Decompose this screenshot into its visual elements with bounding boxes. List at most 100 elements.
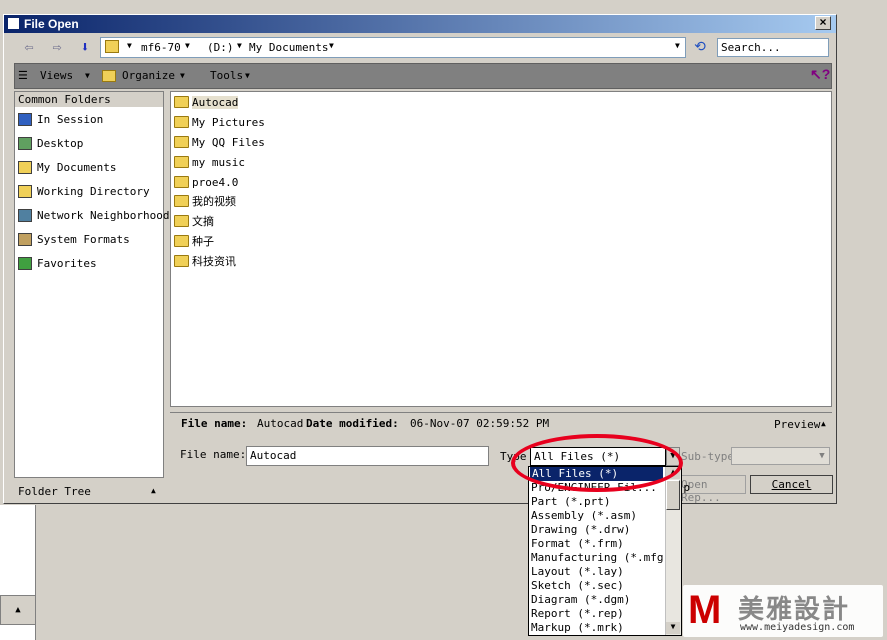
file-list-pane xyxy=(170,91,832,407)
dropdown-item[interactable]: Format (*.frm) xyxy=(531,537,624,551)
views-icon[interactable]: ☰ xyxy=(18,69,28,82)
scroll-thumb[interactable] xyxy=(666,480,680,510)
file-name: Autocad xyxy=(192,95,239,109)
folder-icon xyxy=(174,176,189,188)
chevron-down-icon[interactable]: ▼ xyxy=(329,41,334,50)
file-name: My Pictures xyxy=(192,115,265,129)
status-name-value: Autocad xyxy=(257,417,304,430)
watermark-url: www.meiyadesign.com xyxy=(740,622,855,633)
dropdown-item[interactable]: Part (*.prt) xyxy=(531,495,610,509)
chevron-up-icon: ▲ xyxy=(821,419,826,428)
chevron-up-icon: ▲ xyxy=(151,486,156,495)
sidebar-item-my-documents[interactable]: My Documents xyxy=(18,159,116,175)
organize-menu[interactable]: Organize xyxy=(122,69,175,82)
chevron-down-icon[interactable]: ▼ xyxy=(185,41,190,50)
file-name: proe4.0 xyxy=(192,175,239,189)
status-name-label: File name: xyxy=(181,417,248,430)
title-bar: File Open xyxy=(4,15,836,33)
dropdown-item[interactable]: Assembly (*.asm) xyxy=(531,509,637,523)
path-segment[interactable]: mf6-70 xyxy=(141,41,181,54)
path-segment[interactable]: My Documents xyxy=(249,41,328,54)
dropdown-item[interactable]: Report (*.rep) xyxy=(531,607,624,621)
path-bar[interactable]: ▼ mf6-70 ▼ (D:) ▼ My Documents ▼ ▼ xyxy=(100,37,686,58)
background-scroll-up-button[interactable]: ▲ xyxy=(0,595,36,625)
list-item[interactable]: 文摘 xyxy=(174,213,214,229)
status-date-label: Date modified: xyxy=(306,417,399,430)
common-folders-title: Common Folders xyxy=(18,93,111,106)
scroll-down-icon[interactable]: ▼ xyxy=(666,622,680,634)
list-item[interactable]: Autocad xyxy=(174,94,239,110)
list-item[interactable]: 种子 xyxy=(174,233,214,249)
list-item[interactable]: My Pictures xyxy=(174,114,265,130)
sidebar-item-label: System Formats xyxy=(37,232,130,246)
dropdown-item[interactable]: Manufacturing (*.mfg) xyxy=(531,551,670,565)
dropdown-item[interactable]: Markup (*.mrk) xyxy=(531,621,624,635)
folder-icon xyxy=(174,116,189,128)
down-arrow-icon[interactable]: ⬇ xyxy=(74,36,96,58)
cancel-button[interactable]: Cancel xyxy=(750,475,833,494)
file-name: My QQ Files xyxy=(192,135,265,149)
forward-arrow-icon[interactable]: ⇨ xyxy=(46,36,68,58)
dropdown-item[interactable]: Diagram (*.dgm) xyxy=(531,593,630,607)
chevron-down-icon[interactable]: ▼ xyxy=(237,41,242,50)
refresh-icon[interactable]: ⟲ xyxy=(689,37,711,58)
chevron-down-icon[interactable]: ▼ xyxy=(127,41,132,50)
system-formats-icon xyxy=(18,232,32,246)
views-menu[interactable]: Views xyxy=(40,69,73,82)
chevron-down-icon[interactable]: ▼ xyxy=(85,71,90,80)
list-item[interactable]: My QQ Files xyxy=(174,134,265,150)
chevron-down-icon[interactable]: ▼ xyxy=(180,71,185,80)
list-item[interactable]: proe4.0 xyxy=(174,174,238,190)
sidebar-item-desktop[interactable]: Desktop xyxy=(18,135,83,151)
sidebar-item-network[interactable]: Network Neighborhood xyxy=(18,207,169,223)
file-name: 科技资讯 xyxy=(192,255,236,268)
status-date-value: 06-Nov-07 02:59:52 PM xyxy=(410,417,550,430)
folder-icon xyxy=(174,136,189,148)
file-name: 我的视频 xyxy=(192,195,236,208)
dropdown-item[interactable]: Drawing (*.drw) xyxy=(531,523,630,537)
dropdown-item[interactable]: Layout (*.lay) xyxy=(531,565,624,579)
cancel-label: Cancel xyxy=(771,478,812,491)
file-name-label: File name: xyxy=(180,448,247,461)
list-item[interactable]: 我的视频 xyxy=(174,193,236,209)
sidebar-item-label: Working Directory xyxy=(37,184,150,198)
documents-folder-icon xyxy=(18,160,32,174)
tools-menu[interactable]: Tools xyxy=(210,69,243,82)
sidebar-item-system-formats[interactable]: System Formats xyxy=(18,231,130,247)
folder-icon xyxy=(174,195,189,207)
sidebar-item-favorites[interactable]: Favorites xyxy=(18,255,97,271)
search-input[interactable]: Search... xyxy=(717,38,829,57)
sidebar-item-label: Network Neighborhood xyxy=(37,208,170,222)
folder-icon xyxy=(105,40,119,53)
file-name-input[interactable]: Autocad xyxy=(246,446,489,466)
list-item[interactable]: my music xyxy=(174,154,245,170)
watermark-logo: M xyxy=(688,588,722,632)
close-button[interactable]: × xyxy=(815,16,831,30)
window-title: File Open xyxy=(24,17,79,31)
folder-icon xyxy=(174,255,189,267)
sidebar-item-label: In Session xyxy=(37,112,104,126)
file-name: 种子 xyxy=(192,235,214,248)
folder-tree-toggle[interactable]: Folder Tree ▲ xyxy=(14,483,164,501)
favorites-icon xyxy=(18,256,32,270)
folder-icon xyxy=(174,215,189,227)
desktop-icon xyxy=(18,136,32,150)
file-name: 文摘 xyxy=(192,215,214,228)
annotation-circle xyxy=(511,434,683,492)
sidebar-item-in-session[interactable]: In Session xyxy=(18,111,103,127)
chevron-down-icon[interactable]: ▼ xyxy=(245,71,250,80)
path-segment[interactable]: (D:) xyxy=(207,41,234,54)
path-dropdown-icon[interactable]: ▼ xyxy=(675,41,680,50)
dropdown-item[interactable]: Sketch (*.sec) xyxy=(531,579,624,593)
details-bar: File name: Autocad Date modified: 06-Nov… xyxy=(170,412,832,434)
list-item[interactable]: 科技资讯 xyxy=(174,253,236,269)
back-arrow-icon[interactable]: ⇦ xyxy=(18,36,40,58)
search-placeholder: Search... xyxy=(721,41,781,54)
sidebar-item-label: My Documents xyxy=(37,160,117,174)
preview-toggle[interactable]: Preview xyxy=(774,418,820,431)
window-icon xyxy=(7,17,20,30)
network-icon xyxy=(18,208,32,222)
help-icon[interactable]: ↖? xyxy=(810,66,830,83)
sidebar-item-working-directory[interactable]: Working Directory xyxy=(18,183,150,199)
working-folder-icon xyxy=(18,184,32,198)
